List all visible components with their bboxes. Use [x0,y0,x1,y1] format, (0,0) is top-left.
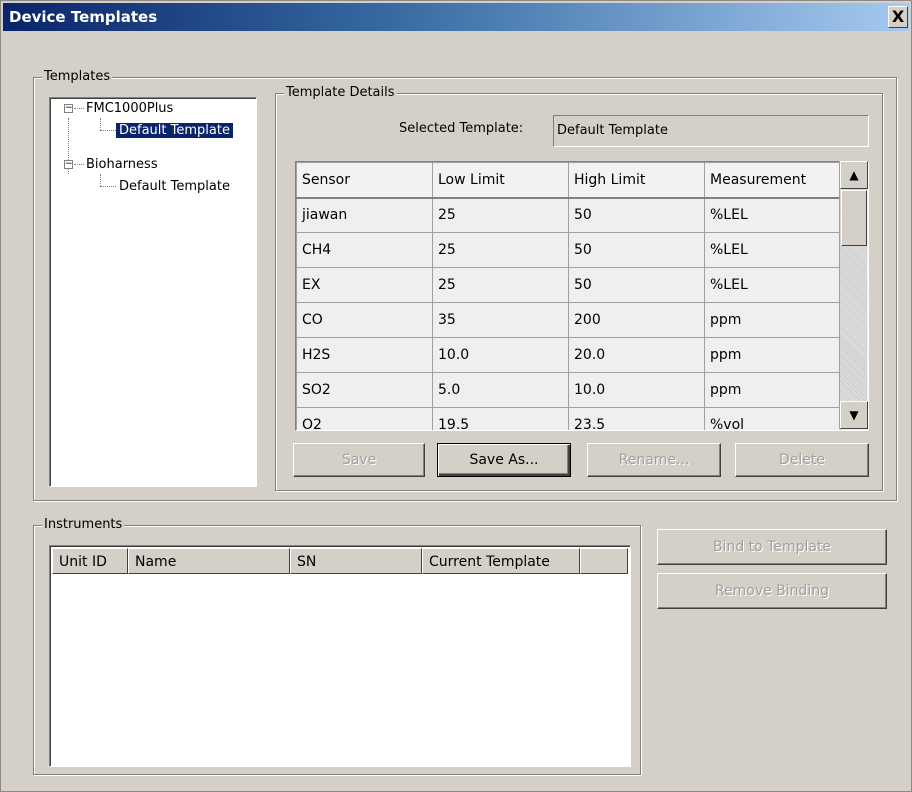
template-tree[interactable]: − FMC1000Plus Default Template − Bioharn… [49,97,257,487]
cell-high-limit[interactable]: 10.0 [568,372,705,408]
delete-button[interactable]: Delete [735,443,869,477]
tree-line [100,130,116,131]
table-row[interactable]: jiawan 25 50 %LEL [296,197,841,233]
save-as-button[interactable]: Save As... [437,443,571,477]
collapse-icon[interactable]: − [64,104,73,113]
cell-high-limit[interactable]: 50 [568,267,705,303]
scroll-up-icon[interactable]: ▲ [840,161,868,189]
cell-high-limit[interactable]: 23.5 [568,407,705,430]
cell-high-limit[interactable]: 50 [568,232,705,268]
column-header-name[interactable]: Name [128,548,290,574]
cell-low-limit[interactable]: 25 [432,267,569,303]
tree-node-label: Default Template [116,123,233,138]
window-title: Device Templates [9,8,158,26]
instruments-list-header: Unit ID Name SN Current Template [52,548,628,574]
table-row[interactable]: O2 19.5 23.5 %vol [296,407,841,430]
column-header-unit-id[interactable]: Unit ID [52,548,128,574]
column-header-measurement[interactable]: Measurement [704,162,841,199]
instruments-group-label: Instruments [42,517,125,533]
cell-sensor[interactable]: SO2 [296,372,433,408]
table-row[interactable]: CO 35 200 ppm [296,302,841,338]
tree-line [100,186,116,187]
close-button[interactable]: X [888,6,908,28]
collapse-icon[interactable]: − [64,160,73,169]
cell-measurement[interactable]: %vol [704,407,841,430]
table-row[interactable]: CH4 25 50 %LEL [296,232,841,268]
cell-low-limit[interactable]: 25 [432,197,569,233]
templates-group-label: Templates [42,69,113,85]
instruments-list[interactable]: Unit ID Name SN Current Template [49,545,631,767]
grid-vertical-scrollbar[interactable]: ▲ ▼ [839,161,868,429]
cell-sensor[interactable]: CH4 [296,232,433,268]
tree-node-fmc1000plus[interactable]: FMC1000Plus [86,98,173,120]
table-row[interactable]: H2S 10.0 20.0 ppm [296,337,841,373]
template-details-label: Template Details [284,85,397,101]
column-header-sn[interactable]: SN [290,548,422,574]
table-row[interactable]: EX 25 50 %LEL [296,267,841,303]
column-header-high-limit[interactable]: High Limit [568,162,705,199]
selected-template-label: Selected Template: [399,121,524,136]
cell-measurement[interactable]: ppm [704,302,841,338]
rename-button[interactable]: Rename... [587,443,721,477]
cell-sensor[interactable]: O2 [296,407,433,430]
tree-node-fmc-default-template[interactable]: Default Template [116,120,233,142]
cell-sensor[interactable]: jiawan [296,197,433,233]
column-header-low-limit[interactable]: Low Limit [432,162,569,199]
bind-to-template-button[interactable]: Bind to Template [657,529,887,565]
cell-measurement[interactable]: ppm [704,372,841,408]
cell-low-limit[interactable]: 5.0 [432,372,569,408]
cell-measurement[interactable]: %LEL [704,197,841,233]
cell-low-limit[interactable]: 10.0 [432,337,569,373]
cell-measurement[interactable]: %LEL [704,267,841,303]
selected-template-field: Default Template [553,115,869,147]
cell-measurement[interactable]: %LEL [704,232,841,268]
title-bar[interactable]: Device Templates X [3,3,909,31]
tree-line [74,108,84,109]
column-header-filler [580,548,628,574]
cell-sensor[interactable]: EX [296,267,433,303]
scroll-down-icon[interactable]: ▼ [840,401,868,429]
save-button[interactable]: Save [293,443,425,477]
device-templates-window: Device Templates X Templates − FMC1000Pl… [0,0,912,792]
tree-line [74,164,84,165]
cell-low-limit[interactable]: 19.5 [432,407,569,430]
sensor-table: Sensor Low Limit High Limit Measurement … [296,162,841,430]
cell-high-limit[interactable]: 50 [568,197,705,233]
scroll-thumb[interactable] [841,190,867,246]
tree-node-bioharness-default-template[interactable]: Default Template [116,176,230,198]
cell-sensor[interactable]: H2S [296,337,433,373]
remove-binding-button[interactable]: Remove Binding [657,573,887,609]
cell-high-limit[interactable]: 20.0 [568,337,705,373]
column-header-current-template[interactable]: Current Template [422,548,580,574]
cell-sensor[interactable]: CO [296,302,433,338]
cell-high-limit[interactable]: 200 [568,302,705,338]
table-row[interactable]: SO2 5.0 10.0 ppm [296,372,841,408]
column-header-sensor[interactable]: Sensor [296,162,433,199]
tree-node-bioharness[interactable]: Bioharness [86,154,158,176]
sensor-grid[interactable]: Sensor Low Limit High Limit Measurement … [295,161,869,431]
cell-measurement[interactable]: ppm [704,337,841,373]
cell-low-limit[interactable]: 35 [432,302,569,338]
grid-header-row: Sensor Low Limit High Limit Measurement [296,162,841,199]
cell-low-limit[interactable]: 25 [432,232,569,268]
